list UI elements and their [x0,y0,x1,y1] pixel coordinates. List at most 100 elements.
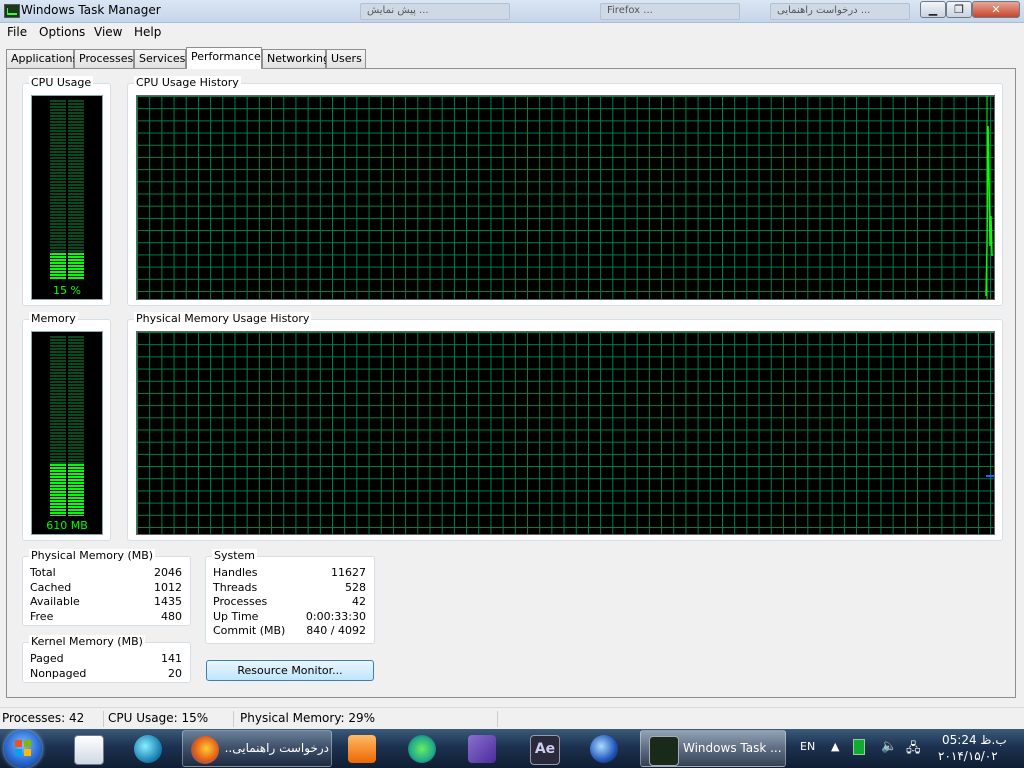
taskbar-firefox-label: درخواست راهنمایی... [225,741,329,755]
tab-applications[interactable]: Applications [6,49,78,68]
taskbar-ie-button[interactable] [122,730,174,767]
visual-studio-icon [468,735,496,763]
menu-help[interactable]: Help [134,25,161,39]
stat-row: Available 1435 [30,595,182,610]
download-manager-icon [408,735,436,763]
taskbar-explorer-button[interactable] [62,730,114,767]
memory-history-label: Physical Memory Usage History [134,312,312,325]
background-window-tab[interactable]: پیش نمایش ... [360,3,510,20]
system-table: Handles 11627 Threads 528 Processes 42 Up T… [213,566,366,642]
stat-value: 480 [161,610,182,623]
physical-memory-title: Physical Memory (MB) [29,549,156,562]
stat-name: Threads [213,581,258,594]
cpu-meter-tray-icon[interactable] [853,739,865,755]
kernel-memory-table: Paged 141 Nonpaged 20 [30,652,182,682]
stat-value: 141 [161,652,182,665]
memory-history-svg [986,475,994,477]
memory-history-group: Physical Memory Usage History [127,312,1003,541]
stat-row: Handles 11627 [213,566,366,581]
stat-value: 42 [352,595,366,608]
background-window-tab[interactable]: درخواست راهنمایی ... [770,3,910,20]
tab-users[interactable]: Users [326,49,366,68]
language-indicator[interactable]: EN [800,740,815,753]
menu-file[interactable]: File [7,25,27,39]
window-title: Windows Task Manager [21,3,161,17]
start-button[interactable] [4,730,42,768]
stat-value: 1435 [154,595,182,608]
cpu-usage-meter: 15 % [31,95,103,300]
tab-performance[interactable]: Performance [186,47,262,69]
taskbar-visual-studio-button[interactable] [456,730,508,767]
minimize-icon: ▁ [928,3,938,16]
stat-value: 0:00:33:30 [305,610,366,623]
stat-value: 2046 [154,566,182,579]
taskbar: درخواست راهنمایی... Ae Windows Task ... … [0,729,1024,768]
cpu-usage-label: CPU Usage [29,76,94,89]
taskbar-download-manager-button[interactable] [396,730,448,767]
memory-label: Memory [29,312,78,325]
clock-date[interactable]: ۲۰۱۴/۱۵/۰۲ [938,749,998,763]
stat-row: Free 480 [30,610,182,625]
stat-name: Handles [213,566,258,579]
tab-networking[interactable]: Networking [262,49,330,68]
maximize-button[interactable]: ❐ [946,1,972,18]
firefox-icon [191,736,219,764]
system-title: System [212,549,258,562]
stat-row: Up Time 0:00:33:30 [213,610,366,625]
status-bar: Processes: 42 CPU Usage: 15% Physical Me… [0,707,1024,730]
stat-name: Processes [213,595,268,608]
document-icon [74,735,104,765]
tab-services[interactable]: Services [134,49,186,68]
system-group: System Handles 11627 Threads 528 Processes… [205,549,375,644]
minimize-button[interactable]: ▁ [920,1,946,18]
stat-name: Available [30,595,80,608]
stat-name: Free [30,610,54,623]
menu-bar: File Options View Help [0,22,1024,42]
show-hidden-icons-icon[interactable]: ▲ [831,740,839,753]
after-effects-icon: Ae [530,735,560,765]
stat-name: Nonpaged [30,667,87,680]
status-physical-memory: Physical Memory: 29% [238,711,498,727]
resource-monitor-button[interactable]: Resource Monitor... [206,660,374,681]
stat-value: 1012 [154,581,182,594]
volume-icon[interactable]: 🔈 [881,739,897,754]
stat-name: Up Time [213,610,259,623]
cpu-usage-group: CPU Usage 15 % [22,76,111,306]
close-button[interactable]: ✕ [972,1,1020,18]
maximize-icon: ❐ [954,3,964,16]
stat-value: 20 [168,667,182,680]
taskbar-task-manager-button[interactable]: Windows Task ... [640,730,786,767]
status-cpu-usage: CPU Usage: 15% [106,711,234,727]
cpu-history-label: CPU Usage History [134,76,241,89]
taskbar-after-effects-button[interactable]: Ae [518,730,570,767]
stat-name: Commit (MB) [213,624,286,637]
taskbar-firefox-button[interactable]: درخواست راهنمایی... [182,730,332,767]
stat-name: Total [30,566,56,579]
cpu-history-group: CPU Usage History [127,76,1003,306]
kernel-memory-title: Kernel Memory (MB) [29,635,145,648]
stat-value: 528 [345,581,366,594]
stat-row: Threads 528 [213,581,366,596]
background-window-tab[interactable]: Firefox ... [600,3,740,20]
stat-row: Commit (MB) 840 / 4092 [213,624,366,639]
taskbar-media-player-button[interactable] [336,730,388,767]
network-icon[interactable]: 🖧 [906,739,921,761]
memory-history-graph [136,331,995,535]
task-manager-icon [4,4,20,18]
close-icon: ✕ [991,3,1001,16]
clock-time[interactable]: 05:24 ب.ظ [942,733,1007,747]
menu-view[interactable]: View [94,25,122,39]
menu-options[interactable]: Options [39,25,85,39]
memory-meter-fill [50,464,84,516]
taskbar-globe-button[interactable] [578,730,630,767]
stat-row: Nonpaged 20 [30,667,182,682]
task-manager-icon [649,736,679,766]
taskbar-task-manager-label: Windows Task ... [683,741,782,755]
kernel-memory-group: Kernel Memory (MB) Paged 141 Nonpaged 20 [22,635,191,683]
tab-processes[interactable]: Processes [74,49,134,68]
physical-memory-group: Physical Memory (MB) Total 2046 Cached 101… [22,549,191,626]
cpu-history-graph [136,95,995,300]
network-globe-icon [590,735,618,763]
stat-name: Paged [30,652,64,665]
title-bar: Windows Task Manager پیش نمایش ... Firef… [0,0,1024,23]
